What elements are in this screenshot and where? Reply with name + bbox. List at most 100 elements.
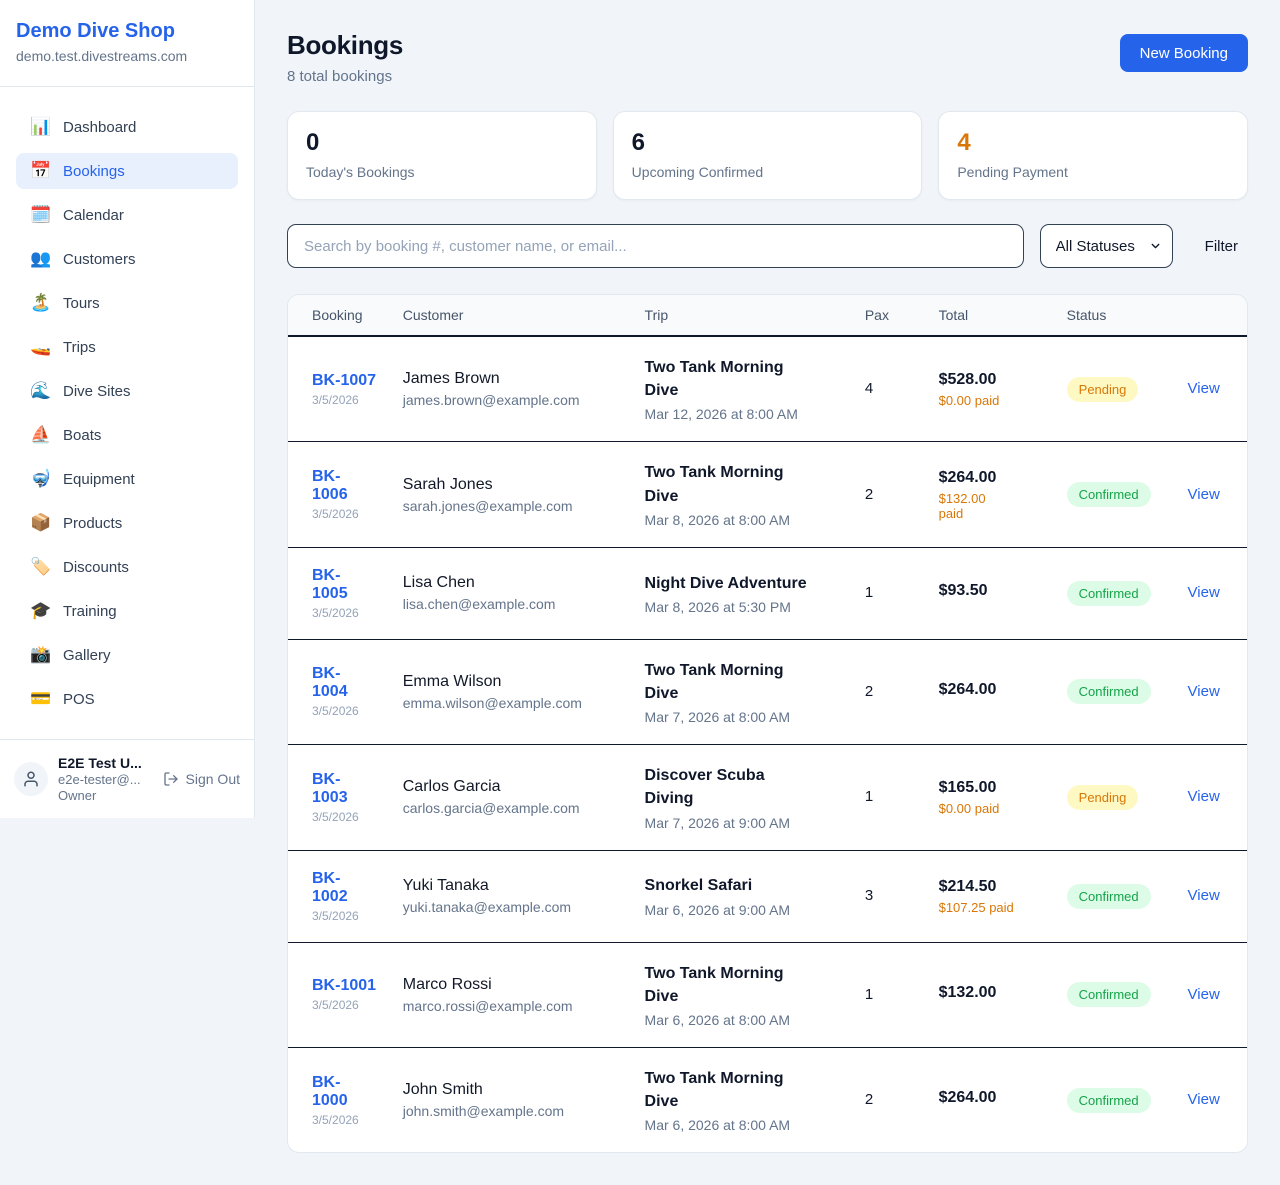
island-icon: 🏝️	[30, 293, 50, 313]
sidebar-item-calendar[interactable]: 🗓️ Calendar	[16, 197, 238, 233]
trip-name: Two Tank Morning Dive	[645, 356, 808, 402]
customer-name: Marco Rossi	[403, 976, 629, 994]
wave-icon: 🌊	[30, 381, 50, 401]
view-link[interactable]: View	[1188, 683, 1220, 700]
sidebar-item-gallery[interactable]: 📸 Gallery	[16, 637, 238, 673]
sidebar: Demo Dive Shop demo.test.divestreams.com…	[0, 0, 255, 818]
customer-email: john.smith@example.com	[403, 1103, 629, 1119]
total-amount: $264.00	[939, 681, 1051, 699]
view-link[interactable]: View	[1188, 584, 1220, 601]
table-row: BK-1000 3/5/2026 John Smith john.smith@e…	[288, 1047, 1247, 1152]
pax-count: 3	[865, 887, 873, 904]
booking-id-link[interactable]: BK-1002	[312, 870, 387, 906]
pax-count: 1	[865, 584, 873, 601]
total-amount: $264.00	[939, 1089, 1051, 1107]
trip-name: Night Dive Adventure	[645, 572, 808, 595]
avatar	[14, 762, 48, 796]
sign-out-label: Sign Out	[186, 771, 240, 787]
booking-id-link[interactable]: BK-1007	[312, 372, 376, 389]
trip-datetime: Mar 6, 2026 at 8:00 AM	[645, 1012, 849, 1028]
app-shell: Demo Dive Shop demo.test.divestreams.com…	[0, 0, 1280, 1185]
trip-datetime: Mar 7, 2026 at 8:00 AM	[645, 709, 849, 725]
search-input[interactable]	[287, 224, 1024, 268]
col-header-status: Status	[1067, 295, 1188, 336]
brand-domain: demo.test.divestreams.com	[16, 48, 238, 64]
sidebar-item-products[interactable]: 📦 Products	[16, 505, 238, 541]
sidebar-item-trips[interactable]: 🚤 Trips	[16, 329, 238, 365]
col-header-total: Total	[939, 295, 1067, 336]
customer-name: Emma Wilson	[403, 673, 629, 691]
tag-icon: 🏷️	[30, 557, 50, 577]
sidebar-item-customers[interactable]: 👥 Customers	[16, 241, 238, 277]
booking-date: 3/5/2026	[312, 810, 387, 824]
total-amount: $165.00	[939, 779, 1051, 797]
col-header-pax: Pax	[865, 295, 939, 336]
sign-out-button[interactable]: Sign Out	[163, 771, 240, 787]
page-header: Bookings 8 total bookings New Booking	[287, 30, 1248, 85]
customer-email: james.brown@example.com	[403, 392, 629, 408]
trip-datetime: Mar 8, 2026 at 8:00 AM	[645, 512, 849, 528]
trip-datetime: Mar 8, 2026 at 5:30 PM	[645, 599, 849, 615]
status-badge: Confirmed	[1067, 884, 1151, 909]
status-badge: Confirmed	[1067, 982, 1151, 1007]
sidebar-item-label: Discounts	[63, 559, 129, 576]
booking-date: 3/5/2026	[312, 998, 387, 1012]
user-role: Owner	[58, 788, 142, 803]
view-link[interactable]: View	[1188, 486, 1220, 503]
sidebar-item-bookings[interactable]: 📅 Bookings	[16, 153, 238, 189]
sidebar-item-equipment[interactable]: 🤿 Equipment	[16, 461, 238, 497]
sidebar-item-discounts[interactable]: 🏷️ Discounts	[16, 549, 238, 585]
booking-id-link[interactable]: BK-1001	[312, 977, 376, 994]
status-select[interactable]: All Statuses	[1040, 224, 1173, 268]
sidebar-item-label: Gallery	[63, 647, 111, 664]
sidebar-item-dashboard[interactable]: 📊 Dashboard	[16, 109, 238, 145]
status-select-wrap: All Statuses	[1040, 224, 1173, 268]
booking-date: 3/5/2026	[312, 1113, 387, 1127]
filter-button[interactable]: Filter	[1195, 232, 1248, 261]
bookings-table: Booking Customer Trip Pax Total Status B…	[288, 295, 1247, 1152]
bar-chart-icon: 📊	[30, 117, 50, 137]
sidebar-item-label: Calendar	[63, 207, 124, 224]
sidebar-item-pos[interactable]: 💳 POS	[16, 681, 238, 717]
customer-name: Lisa Chen	[403, 574, 629, 592]
customer-email: marco.rossi@example.com	[403, 998, 629, 1014]
table-row: BK-1004 3/5/2026 Emma Wilson emma.wilson…	[288, 639, 1247, 744]
view-link[interactable]: View	[1188, 1091, 1220, 1108]
sidebar-item-label: Tours	[63, 295, 100, 312]
view-link[interactable]: View	[1188, 986, 1220, 1003]
pax-count: 2	[865, 1091, 873, 1108]
pax-count: 1	[865, 986, 873, 1003]
calendar-date-icon: 📅	[30, 161, 50, 181]
sidebar-item-dive-sites[interactable]: 🌊 Dive Sites	[16, 373, 238, 409]
sidebar-item-tours[interactable]: 🏝️ Tours	[16, 285, 238, 321]
booking-id-link[interactable]: BK-1003	[312, 771, 387, 807]
main-content: Bookings 8 total bookings New Booking 0 …	[255, 0, 1280, 1185]
col-header-actions	[1188, 295, 1247, 336]
view-link[interactable]: View	[1188, 788, 1220, 805]
customer-email: yuki.tanaka@example.com	[403, 899, 629, 915]
trip-name: Two Tank Morning Dive	[645, 1067, 808, 1113]
booking-date: 3/5/2026	[312, 393, 387, 407]
booking-id-link[interactable]: BK-1004	[312, 665, 387, 701]
sidebar-item-label: Bookings	[63, 163, 125, 180]
stat-card: 4 Pending Payment	[938, 111, 1248, 200]
customer-email: lisa.chen@example.com	[403, 596, 629, 612]
graduation-cap-icon: 🎓	[30, 601, 50, 621]
col-header-customer: Customer	[403, 295, 645, 336]
booking-id-link[interactable]: BK-1005	[312, 567, 387, 603]
sidebar-item-boats[interactable]: ⛵ Boats	[16, 417, 238, 453]
view-link[interactable]: View	[1188, 887, 1220, 904]
people-icon: 👥	[30, 249, 50, 269]
booking-id-link[interactable]: BK-1000	[312, 1074, 387, 1110]
new-booking-button[interactable]: New Booking	[1120, 34, 1248, 72]
customer-email: sarah.jones@example.com	[403, 498, 629, 514]
trip-datetime: Mar 6, 2026 at 9:00 AM	[645, 902, 849, 918]
sidebar-item-training[interactable]: 🎓 Training	[16, 593, 238, 629]
sidebar-item-label: Customers	[63, 251, 136, 268]
page-title-block: Bookings 8 total bookings	[287, 30, 403, 85]
total-bookings-count: 8 total bookings	[287, 68, 403, 85]
pax-count: 2	[865, 683, 873, 700]
stat-label: Today's Bookings	[306, 164, 578, 180]
view-link[interactable]: View	[1188, 380, 1220, 397]
booking-id-link[interactable]: BK-1006	[312, 468, 387, 504]
